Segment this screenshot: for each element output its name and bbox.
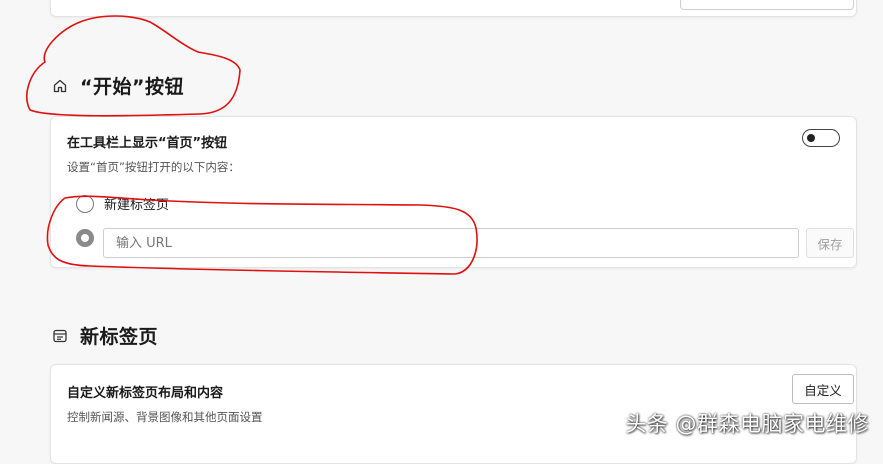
watermark: 头条 @群森电脑家电维修 xyxy=(625,412,869,436)
previous-card-button[interactable] xyxy=(680,0,854,10)
home-button-settings-card: 在工具栏上显示“首页”按钮 设置“首页”按钮打开的以下内容： 新建标签页 保存 xyxy=(50,116,857,268)
previous-settings-card xyxy=(50,0,857,17)
customize-new-tab-description: 控制新闻源、背景图像和其他页面设置 xyxy=(67,410,263,424)
customize-button[interactable]: 自定义 xyxy=(792,374,854,404)
start-button-section-header: “开始”按钮 xyxy=(52,72,184,99)
save-button[interactable]: 保存 xyxy=(806,228,854,258)
toggle-knob xyxy=(807,133,815,142)
home-icon xyxy=(53,79,67,92)
option-url-radio[interactable] xyxy=(76,229,94,247)
home-button-description: 设置“首页”按钮打开的以下内容： xyxy=(67,160,240,174)
show-home-button-toggle[interactable] xyxy=(802,129,840,147)
option-new-tab-row[interactable]: 新建标签页 xyxy=(76,194,169,213)
option-new-tab-label: 新建标签页 xyxy=(104,198,170,213)
customize-new-tab-label: 自定义新标签页布局和内容 xyxy=(67,386,224,401)
newtab-icon xyxy=(53,329,67,342)
start-button-section-title: “开始”按钮 xyxy=(80,76,184,98)
url-input[interactable] xyxy=(103,228,799,258)
annotation-circle-heading xyxy=(26,15,241,117)
show-home-button-label: 在工具栏上显示“首页”按钮 xyxy=(67,136,228,151)
new-tab-section-title: 新标签页 xyxy=(80,326,159,348)
option-new-tab-radio[interactable] xyxy=(76,194,94,213)
option-url-row[interactable] xyxy=(76,229,94,247)
new-tab-section-header: 新标签页 xyxy=(52,322,158,349)
